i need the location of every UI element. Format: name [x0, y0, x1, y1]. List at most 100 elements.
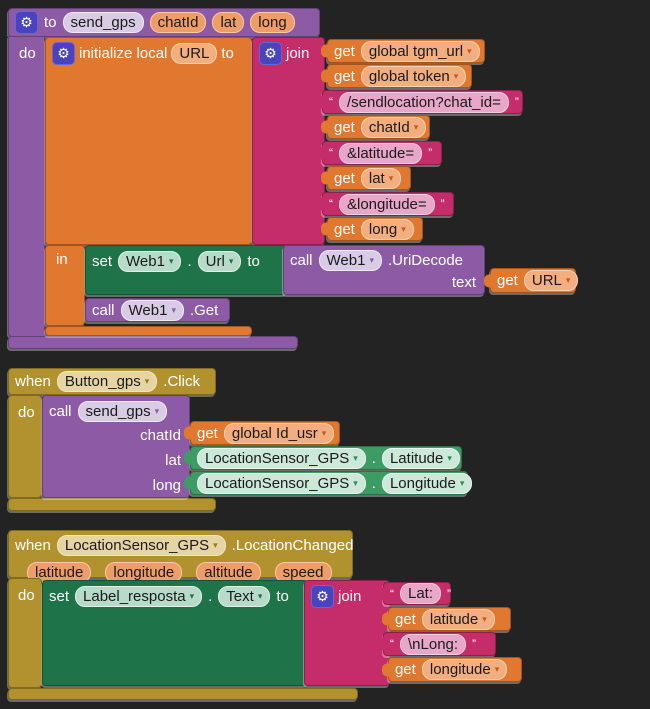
dropdown-icon: ▾	[482, 615, 487, 624]
do-label: do	[18, 587, 35, 604]
in-label: in	[56, 251, 68, 268]
local-var-name: URL	[179, 44, 209, 63]
variable-dropdown[interactable]: URL▾	[524, 270, 579, 291]
get-block[interactable]: get longitude▾	[388, 657, 522, 682]
param-pill-lat[interactable]: lat	[212, 12, 244, 33]
get-block[interactable]: get global Id_usr▾	[190, 421, 340, 445]
variable-dropdown[interactable]: global token▾	[361, 66, 466, 87]
variable-dropdown[interactable]: long▾	[361, 219, 414, 240]
procedure-def-header[interactable]: ⚙ to send_gps chatId lat long	[8, 8, 320, 37]
component-dropdown[interactable]: LocationSensor_GPS▾	[57, 535, 226, 556]
variable-name: latitude	[430, 610, 478, 629]
text-block[interactable]: “ Lat: ”	[383, 582, 451, 605]
event-locationchanged-bottom[interactable]	[8, 688, 358, 700]
get-block[interactable]: get global token▾	[327, 64, 472, 88]
variable-dropdown[interactable]: global Id_usr▾	[224, 423, 334, 444]
gear-icon[interactable]: ⚙	[15, 11, 38, 34]
text-block[interactable]: “ \nLong: ”	[383, 632, 496, 656]
dropdown-icon: ▾	[401, 225, 406, 234]
param-label: chatId	[158, 13, 199, 32]
get-block[interactable]: get latitude▾	[388, 607, 511, 631]
variable-dropdown[interactable]: global tgm_url▾	[361, 41, 480, 62]
component-dropdown[interactable]: Web1▾	[118, 251, 181, 272]
variable-name: URL	[532, 271, 562, 290]
variable-dropdown[interactable]: lat▾	[361, 168, 401, 189]
property-dropdown[interactable]: Longitude▾	[382, 473, 472, 494]
component-name: LocationSensor_GPS	[205, 474, 349, 493]
call-send-gps-block[interactable]: call send_gps▾ chatId lat long	[42, 395, 190, 498]
component-dropdown[interactable]: Label_resposta▾	[75, 586, 202, 607]
event-locationchanged-header[interactable]: when LocationSensor_GPS▾ .LocationChange…	[8, 530, 353, 578]
dropdown-icon: ▾	[258, 592, 263, 601]
init-local-block[interactable]: ⚙ initialize local URL to	[45, 37, 252, 245]
component-getter-block[interactable]: LocationSensor_GPS▾ . Latitude▾	[190, 446, 462, 470]
property-dropdown[interactable]: Text▾	[218, 586, 270, 607]
property-dropdown[interactable]: Url▾	[198, 251, 242, 272]
component-name: Label_resposta	[83, 587, 186, 606]
to-label: to	[247, 253, 260, 270]
event-locationchanged-left-wall[interactable]: do	[8, 578, 42, 688]
text-block[interactable]: “ &longitude= ”	[322, 192, 454, 216]
join-block[interactable]: ⚙ join	[252, 37, 325, 245]
call-web1-get-block[interactable]: call Web1▾ .Get	[85, 298, 230, 322]
component-dropdown[interactable]: LocationSensor_GPS▾	[197, 448, 366, 469]
text-field[interactable]: &longitude=	[339, 194, 435, 215]
get-label: get	[334, 170, 355, 187]
set-label-text-block[interactable]: set Label_resposta▾ . Text▾ to	[42, 580, 308, 686]
dropdown-icon: ▾	[353, 479, 358, 488]
gear-glyph: ⚙	[316, 588, 329, 605]
variable-dropdown[interactable]: latitude ▾	[422, 609, 495, 630]
component-dropdown[interactable]: Web1▾	[121, 300, 184, 321]
event-buttonclick-left-wall[interactable]: do	[8, 395, 42, 498]
property-dropdown[interactable]: Latitude▾	[382, 448, 460, 469]
event-buttonclick-bottom[interactable]	[8, 498, 216, 511]
blocks-workspace: ⚙ to send_gps chatId lat long do ⚙ initi…	[0, 0, 650, 709]
gear-icon[interactable]: ⚙	[52, 42, 75, 65]
component-dropdown[interactable]: LocationSensor_GPS ▾	[197, 473, 366, 494]
get-block[interactable]: get long▾	[327, 217, 423, 241]
event-buttonclick-header[interactable]: when Button_gps▾ .Click	[8, 368, 216, 395]
procedure-dropdown[interactable]: send_gps▾	[78, 401, 168, 422]
text-block[interactable]: “ /sendlocation?chat_id= ”	[322, 90, 523, 114]
text-field[interactable]: \nLong:	[400, 634, 466, 655]
when-label: when	[15, 373, 51, 390]
dropdown-icon: ▾	[322, 429, 327, 438]
component-name: Web1	[327, 251, 366, 270]
gear-icon[interactable]: ⚙	[259, 42, 282, 65]
dropdown-icon: ▾	[229, 257, 234, 266]
call-label: call	[49, 403, 72, 420]
variable-name: global token	[369, 67, 450, 86]
procedure-name-field[interactable]: send_gps	[63, 12, 144, 33]
init-local-bottom[interactable]	[45, 326, 252, 336]
param-pill-chatid[interactable]: chatId	[150, 12, 207, 33]
get-block[interactable]: get URL▾	[490, 268, 576, 293]
method-label: .UriDecode	[388, 252, 463, 269]
text-field[interactable]: Lat:	[400, 583, 441, 604]
get-block[interactable]: get global tgm_url▾	[327, 39, 485, 63]
init-local-left-wall[interactable]: in	[45, 245, 85, 326]
text-block[interactable]: “ &latitude= ”	[322, 141, 442, 165]
local-var-field[interactable]: URL	[171, 43, 217, 64]
get-block[interactable]: get lat▾	[327, 166, 411, 190]
text-field[interactable]: &latitude=	[339, 143, 422, 164]
init-local-label: initialize local	[79, 45, 167, 62]
text-field[interactable]: /sendlocation?chat_id=	[339, 92, 509, 113]
component-dropdown[interactable]: Web1▾	[319, 250, 382, 271]
dropdown-icon: ▾	[460, 479, 465, 488]
dropdown-icon: ▾	[353, 454, 358, 463]
component-getter-block[interactable]: LocationSensor_GPS▾ . Longitude▾	[190, 471, 468, 495]
gear-glyph: ⚙	[57, 45, 70, 62]
arg-label-lat: lat	[165, 452, 181, 469]
gear-icon[interactable]: ⚙	[311, 585, 334, 608]
procedure-def-bottom[interactable]	[8, 336, 298, 349]
procedure-name: send_gps	[71, 13, 136, 32]
call-uridecode-block[interactable]: call Web1▾ .UriDecode text	[283, 245, 485, 295]
get-block[interactable]: get chatId▾	[327, 115, 430, 139]
method-label: .Get	[190, 302, 218, 319]
set-web1-url-block[interactable]: set Web1▾ . Url▾ to	[85, 245, 287, 295]
variable-dropdown[interactable]: longitude▾	[422, 659, 507, 680]
procedure-def-left-wall[interactable]: do	[8, 36, 45, 337]
param-pill-long[interactable]: long	[250, 12, 294, 33]
component-dropdown[interactable]: Button_gps▾	[57, 371, 157, 392]
variable-dropdown[interactable]: chatId▾	[361, 117, 426, 138]
